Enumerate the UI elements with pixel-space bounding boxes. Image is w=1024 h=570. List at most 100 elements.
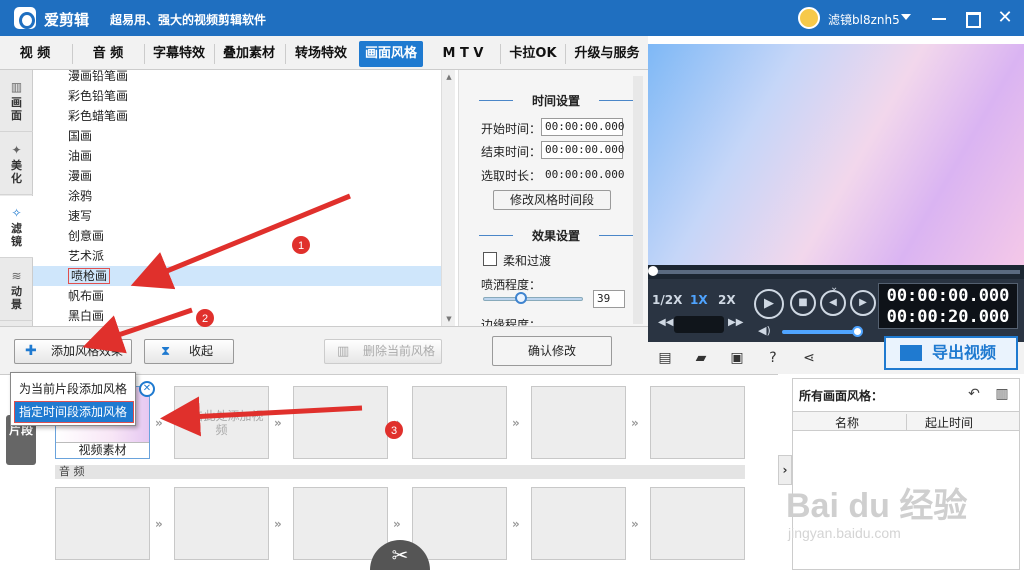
start-time-input[interactable]: 00:00:00.000 [541,118,624,136]
clip-slot[interactable] [650,386,745,459]
new-project-icon[interactable]: ▤ [656,350,674,366]
user-avatar[interactable] [798,7,820,29]
wave-icon: ≋ [11,269,22,283]
style-item[interactable]: 油画 [33,146,441,166]
spray-level-input[interactable]: 39 [593,290,625,308]
audio-clip-slot[interactable] [174,487,269,560]
remove-clip-close-icon[interactable]: ✕ [139,381,155,397]
sidetab-label: 美化 [11,159,22,185]
collapse-button[interactable]: ⧗ 收起 [144,339,234,364]
scroll-down-icon[interactable]: ▼ [444,314,454,324]
style-item[interactable]: 艺术派 [33,246,441,266]
next-frame-icon[interactable]: ▶ [850,290,876,316]
tab-video[interactable]: 视 频 [4,41,66,67]
audio-clip-slot[interactable] [650,487,745,560]
back-icon[interactable]: ↶ [965,385,983,403]
tab-picture-style[interactable]: 画面风格 [359,41,423,67]
magic-icon: ✧ [11,206,22,220]
export-video-button[interactable]: 导出视频 [884,336,1018,370]
save-icon[interactable]: ▣ [728,350,746,366]
tab-separator [500,44,501,64]
speed-2x-button[interactable]: 2X [718,293,736,307]
play-icon[interactable]: ▶ [754,289,784,319]
volume-icon[interactable]: ◀) [758,324,771,337]
chevron-right-icon: » [155,517,163,531]
style-list-scrollbar[interactable]: ▲ ▼ [441,70,455,326]
close-button[interactable]: ✕ [995,8,1015,28]
stop-icon[interactable]: ■ [790,290,816,316]
trash-icon[interactable]: ▥ [993,385,1011,403]
style-item[interactable]: 国画 [33,126,441,146]
clip-slot[interactable]: 双击此处添加视频 [174,386,269,459]
audio-clip-slot[interactable] [293,487,388,560]
style-item[interactable]: 速写 [33,206,441,226]
scroll-up-icon[interactable]: ▲ [444,72,454,82]
style-item[interactable]: 帆布画 [33,286,441,306]
clip-slot[interactable] [293,386,388,459]
playback-progress-knob[interactable] [648,266,658,276]
chevron-right-icon: » [631,416,639,430]
audio-clip-slot[interactable] [531,487,626,560]
tab-subtitle-effects[interactable]: 字幕特效 [148,41,210,67]
menu-item-add-to-time-range[interactable]: 指定时间段添加风格 [14,401,134,423]
settings-scrollbar[interactable] [633,76,643,324]
style-item-label: 漫画 [68,169,93,183]
share-icon[interactable]: ⋖ [800,350,818,366]
confirm-modify-button[interactable]: 确认修改 [492,336,612,366]
audio-clip-slot[interactable] [412,487,507,560]
sidetab-filter[interactable]: ✧ 滤镜 [0,196,33,258]
wand-plus-icon: ✚ [25,343,37,359]
tab-upgrade-service[interactable]: 升级与服务 [568,41,646,67]
style-item[interactable]: 涂鸦 [33,186,441,206]
style-item[interactable]: 黑白画 [33,306,441,326]
tab-overlay-material[interactable]: 叠加素材 [218,41,280,67]
sidetab-beautify[interactable]: ✦ 美化 [0,133,33,195]
modify-style-time-button[interactable]: 修改风格时间段 [493,190,611,210]
sidetab-picture[interactable]: ▥ 画面 [0,70,33,132]
soft-transition-checkbox[interactable] [483,252,497,266]
clip-slot[interactable] [412,386,507,459]
user-menu-chevron-down-icon[interactable] [901,14,911,20]
style-item-selected[interactable]: 喷枪画 [33,266,441,286]
clip-slot[interactable] [531,386,626,459]
volume-slider[interactable] [782,330,858,334]
sidetab-label: 滤镜 [11,222,22,248]
rewind-icon[interactable]: ◀◀ [658,317,673,328]
prev-frame-icon[interactable]: ◀ [820,290,846,316]
audio-clip-slot[interactable] [55,487,150,560]
minimize-button[interactable] [929,8,949,28]
video-preview[interactable] [648,44,1024,265]
chevron-down-icon[interactable]: ⌄ [830,282,838,293]
style-item[interactable]: 漫画 [33,166,441,186]
tab-karaoke[interactable]: 卡拉OK [504,41,562,67]
style-item[interactable]: 漫画铅笔画 [33,70,441,86]
chevron-right-icon: » [274,416,282,430]
speed-half-button[interactable]: 1/2X [652,293,682,307]
speed-1x-button[interactable]: 1X [690,293,708,307]
style-settings-panel: 时间设置 开始时间： 00:00:00.000 结束时间： 00:00:00.0… [458,70,648,326]
style-item[interactable]: 彩色铅笔画 [33,86,441,106]
add-style-button[interactable]: ✚ 添加风格效果 [14,339,132,364]
user-name[interactable]: 滤镜bl8znh5 [828,11,900,28]
tab-audio[interactable]: 音 频 [78,41,138,67]
tab-transition-effects[interactable]: 转场特效 [289,41,353,67]
spray-level-slider-knob[interactable] [515,292,527,304]
tab-separator [285,44,286,64]
sidetab-label: 动景 [11,285,22,311]
fast-forward-icon[interactable]: ▶▶ [728,317,743,328]
help-icon[interactable]: ? [764,350,782,366]
spray-level-slider[interactable] [483,297,583,301]
volume-slider-knob[interactable] [852,326,863,337]
style-item[interactable]: 彩色蜡笔画 [33,106,441,126]
applied-styles-title: 所有画面风格： [799,389,884,403]
menu-item-add-to-current-clip[interactable]: 为当前片段添加风格 [15,379,133,399]
open-folder-icon[interactable]: ▰ [692,350,710,366]
video-clip-label: 视频素材 [56,442,149,458]
tab-mtv[interactable]: M T V [430,41,496,67]
jog-wheel[interactable] [674,316,724,333]
maximize-button[interactable] [962,8,982,28]
sidetab-motion[interactable]: ≋ 动景 [0,259,33,321]
delete-current-style-button[interactable]: ▥ 删除当前风格 [324,339,442,364]
style-item[interactable]: 创意画 [33,226,441,246]
end-time-input[interactable]: 00:00:00.000 [541,141,624,159]
